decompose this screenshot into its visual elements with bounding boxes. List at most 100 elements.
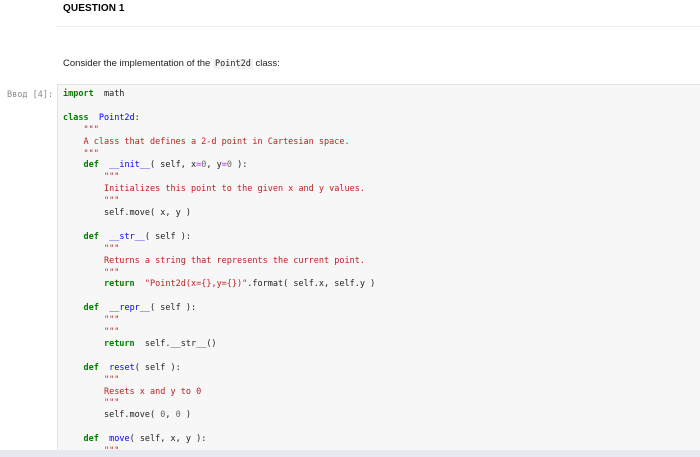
code-token: ( self ): bbox=[150, 303, 197, 314]
code-token: def bbox=[83, 362, 99, 373]
code-token: class bbox=[63, 112, 89, 123]
code-line: return "Point2d(x={},y={})".format( self… bbox=[63, 279, 375, 289]
code-token: """ bbox=[103, 398, 120, 409]
code-line: """ bbox=[63, 244, 119, 254]
code-token: def bbox=[83, 160, 99, 171]
code-token: ) bbox=[180, 410, 191, 421]
prompt-text-after: class: bbox=[252, 58, 280, 69]
code-line: """ bbox=[63, 124, 99, 135]
code-token: reset bbox=[109, 362, 135, 373]
code-line: """ bbox=[63, 398, 119, 408]
code-line: def __init__( self, x=0, y=0 ): bbox=[63, 160, 247, 170]
code-token: Returns a string that represents the cur… bbox=[103, 255, 365, 266]
code-token: move bbox=[109, 434, 130, 445]
code-token: self.__str__() bbox=[134, 338, 217, 349]
code-token: ( self ): bbox=[134, 362, 181, 373]
code-token: Point2d bbox=[98, 112, 135, 123]
code-line: """ bbox=[63, 196, 119, 206]
code-token: """ bbox=[103, 196, 120, 207]
code-line: Initializes this point to the given x an… bbox=[63, 184, 365, 194]
code-line: def __str__( self ): bbox=[63, 232, 191, 242]
code-token: __str__ bbox=[109, 231, 145, 242]
code-line: """ bbox=[63, 148, 99, 159]
horizontal-scrollbar[interactable] bbox=[0, 450, 700, 457]
code-line: def reset( self ): bbox=[63, 362, 181, 373]
code-token: __repr__ bbox=[109, 303, 151, 314]
code-token: """ bbox=[103, 172, 120, 183]
cell-in-label: Ввод [4]: bbox=[7, 90, 54, 100]
code-token: import bbox=[63, 89, 94, 99]
code-token: A class that defines a 2-d point in Cart… bbox=[83, 136, 350, 147]
code-token: , bbox=[165, 410, 176, 421]
code-token: __init__ bbox=[109, 160, 151, 171]
code-token: """ bbox=[103, 374, 120, 385]
code-line: """ bbox=[63, 268, 119, 278]
code-line: Returns a string that represents the cur… bbox=[63, 256, 365, 266]
code-line: import math bbox=[63, 89, 124, 99]
code-line: return self.__str__() bbox=[63, 339, 217, 349]
code-line: self.move( x, y ) bbox=[63, 208, 191, 218]
prompt-text-before: Consider the implementation of the bbox=[63, 58, 213, 69]
code-token: Initializes this point to the given x an… bbox=[103, 184, 365, 195]
code-line: class Point2d: bbox=[63, 113, 140, 123]
code-token: return bbox=[103, 279, 135, 290]
code-token: Resets x and y to 0 bbox=[103, 386, 202, 397]
code-token: : bbox=[134, 112, 140, 123]
code-line: """ bbox=[63, 172, 119, 182]
code-token: "Point2d(x={},y={})" bbox=[144, 279, 248, 290]
code-token: def bbox=[83, 303, 99, 314]
question-title: QUESTION 1 bbox=[63, 3, 125, 14]
code-token: math bbox=[93, 89, 125, 99]
code-token: """ bbox=[103, 243, 120, 254]
code-token: def bbox=[83, 434, 99, 445]
code-token: """ bbox=[103, 315, 120, 326]
code-token: """ bbox=[83, 148, 99, 159]
code-token: ): bbox=[231, 160, 248, 171]
code-token: ( self ): bbox=[144, 231, 191, 242]
code-token: """ bbox=[103, 267, 120, 278]
code-token: .format( self.x, self.y ) bbox=[247, 279, 376, 290]
code-token: """ bbox=[83, 124, 99, 135]
code-token: self.move( x, y ) bbox=[103, 208, 191, 218]
prompt-class-name: Point2d bbox=[212, 59, 253, 69]
code-token: ( self, x, y ): bbox=[129, 434, 207, 445]
code-line: self.move( 0, 0 ) bbox=[63, 410, 191, 420]
code-token: def bbox=[83, 231, 99, 242]
code-cell-input[interactable]: import math class Point2d: """ A class th… bbox=[57, 84, 700, 457]
code-line: """ bbox=[63, 375, 119, 385]
code-line: """ bbox=[63, 327, 119, 337]
code-token: self.move( bbox=[103, 410, 161, 421]
question-prompt: Consider the implementation of the Point… bbox=[63, 58, 280, 69]
code-token: return bbox=[103, 338, 135, 349]
question-divider bbox=[55, 26, 700, 27]
code-token: ( self, x bbox=[150, 160, 197, 171]
